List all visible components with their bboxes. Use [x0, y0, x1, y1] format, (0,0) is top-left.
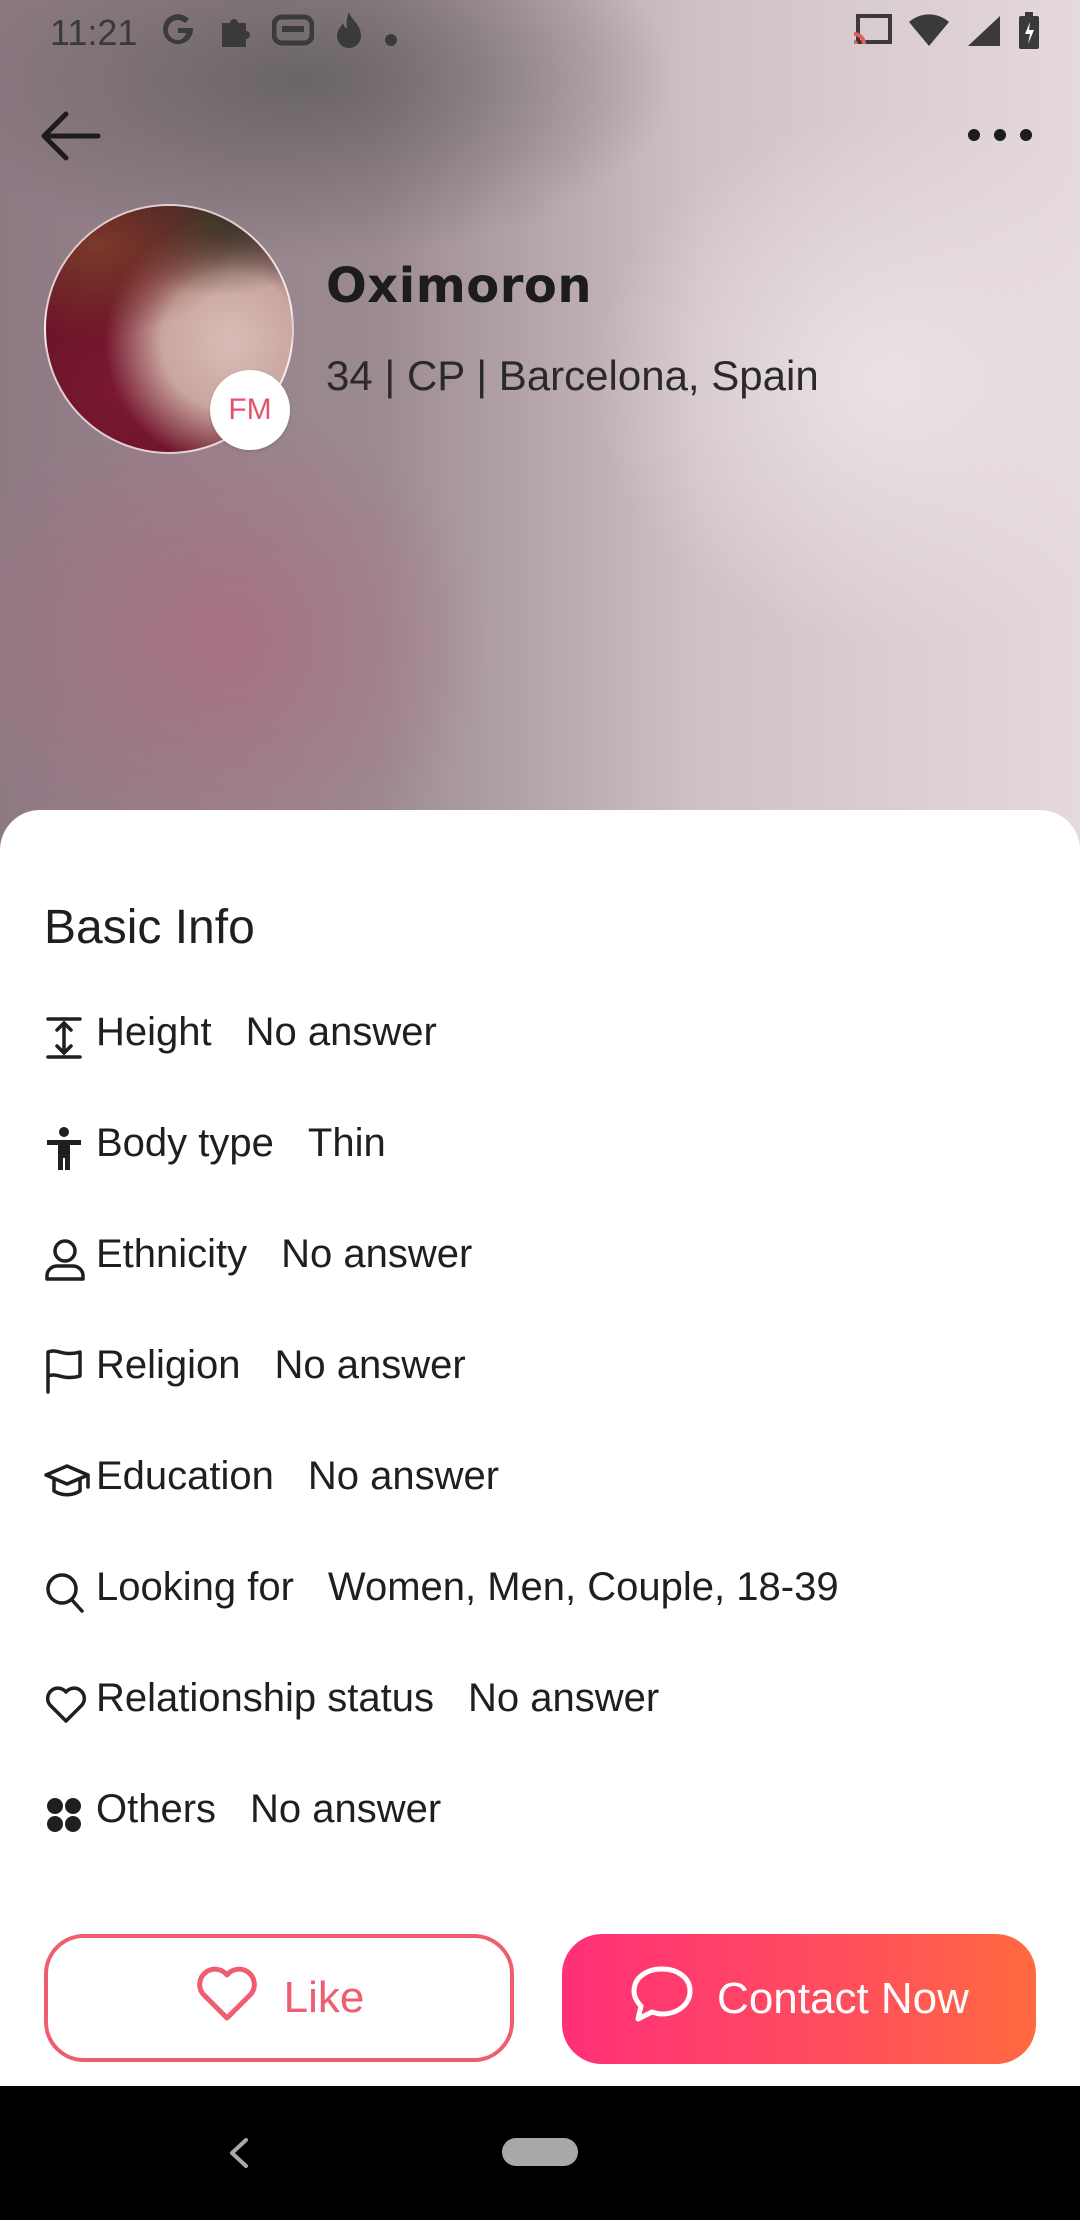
- back-button[interactable]: [34, 100, 106, 172]
- info-value: No answer: [467, 1676, 660, 1720]
- battery-icon: [1018, 12, 1040, 59]
- info-row-height: Height No answer: [44, 1010, 1044, 1121]
- info-row-religion: Religion No answer: [44, 1343, 1044, 1454]
- info-value: No answer: [274, 1343, 466, 1387]
- section-title: Basic Info: [44, 901, 255, 954]
- info-label: Religion: [96, 1343, 241, 1387]
- graduation-cap-icon: [44, 1456, 96, 1508]
- puzzle-icon: [216, 11, 254, 58]
- basic-info-sheet: Basic Info Height No answer Body type Th…: [0, 810, 1080, 2086]
- arrow-left-icon: [34, 111, 106, 176]
- info-row-relationship-status: Relationship status No answer: [44, 1676, 1044, 1787]
- system-icons: [852, 12, 1040, 59]
- flag-icon: [44, 1345, 96, 1397]
- info-value: Women, Men, Couple, 18-39: [327, 1565, 839, 1609]
- profile-meta: 34 | CP | Barcelona, Spain: [326, 352, 819, 399]
- info-row-education: Education No answer: [44, 1454, 1044, 1565]
- info-label: Ethnicity: [96, 1232, 248, 1276]
- more-horizontal-icon: [960, 129, 1040, 164]
- info-label: Education: [96, 1454, 274, 1498]
- info-row-ethnicity: Ethnicity No answer: [44, 1232, 1044, 1343]
- google-icon: [158, 10, 198, 59]
- info-row-others: Others No answer: [44, 1787, 1044, 1898]
- info-row-looking-for: Looking for Women, Men, Couple, 18-39: [44, 1565, 1044, 1676]
- info-value: No answer: [281, 1232, 473, 1276]
- info-label: Looking for: [96, 1565, 294, 1609]
- profile-name: Oximoron: [326, 258, 593, 314]
- person-icon: [44, 1234, 96, 1286]
- nav-home-pill[interactable]: [502, 2138, 578, 2166]
- like-button[interactable]: Like: [44, 1934, 514, 2062]
- contact-now-button[interactable]: Contact Now: [562, 1934, 1036, 2064]
- grid-icon: [44, 1789, 96, 1841]
- info-value: No answer: [250, 1787, 442, 1831]
- search-icon: [44, 1567, 96, 1619]
- more-options-button[interactable]: [960, 110, 1040, 160]
- gamepad-icon: [271, 13, 315, 56]
- height-icon: [44, 1012, 96, 1064]
- signal-icon: [966, 14, 1002, 57]
- info-row-body-type: Body type Thin: [44, 1121, 1044, 1232]
- info-value: No answer: [307, 1454, 500, 1498]
- info-label: Body type: [96, 1121, 274, 1165]
- basic-info-list: Height No answer Body type Thin Ethnicit…: [44, 1010, 1044, 1898]
- contact-label: Contact Now: [717, 1974, 969, 2023]
- nav-back-button[interactable]: [220, 2130, 260, 2176]
- dot-icon: [384, 14, 398, 56]
- chat-bubble-icon: [629, 1964, 695, 2035]
- info-value: Thin: [307, 1121, 386, 1165]
- profile-type-badge: FM: [210, 370, 290, 450]
- info-label: Others: [96, 1787, 217, 1831]
- status-time: 11:21: [50, 12, 138, 53]
- info-value: No answer: [245, 1010, 437, 1054]
- body-type-icon: [44, 1123, 96, 1175]
- status-bar: 11:21: [0, 0, 1080, 66]
- cast-icon: [852, 14, 892, 57]
- heart-outline-icon: [194, 1963, 260, 2034]
- wifi-icon: [908, 14, 950, 57]
- info-label: Height: [96, 1010, 212, 1054]
- flame-icon: [332, 10, 366, 59]
- system-nav-bar: [0, 2086, 1080, 2220]
- notification-icons: [158, 10, 398, 59]
- heart-outline-icon: [44, 1678, 96, 1730]
- like-label: Like: [283, 1973, 365, 2022]
- info-label: Relationship status: [96, 1676, 434, 1720]
